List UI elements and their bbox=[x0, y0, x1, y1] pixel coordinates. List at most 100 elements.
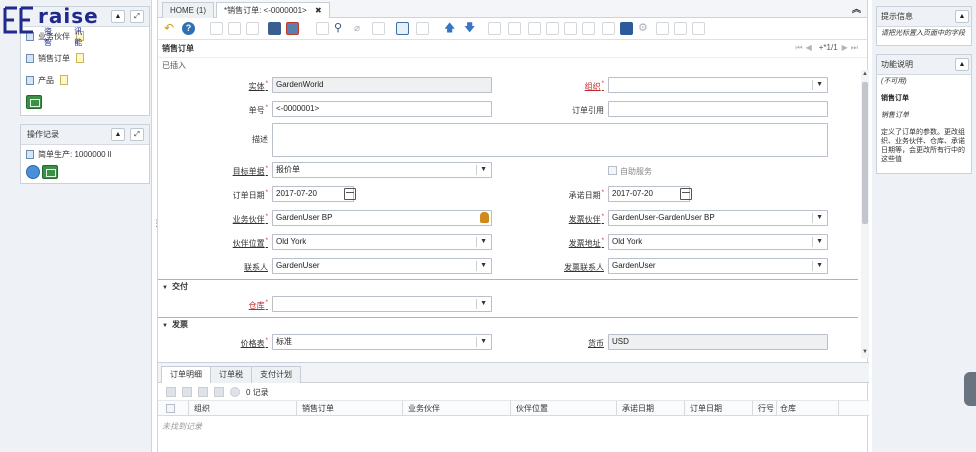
close-icon[interactable]: ✖ bbox=[315, 6, 322, 15]
target-doc-type-select[interactable]: 报价单 bbox=[272, 162, 492, 178]
grid-toggle-icon[interactable] bbox=[396, 22, 409, 35]
date-ordered-input[interactable]: 2017-07-20 bbox=[272, 186, 354, 202]
chat-icon[interactable] bbox=[372, 22, 385, 35]
history-icon[interactable] bbox=[416, 22, 429, 35]
contact-select[interactable]: GardenUser bbox=[272, 258, 492, 274]
section-delivery[interactable]: ▼ 交付 bbox=[158, 279, 858, 293]
client-field: GardenWorld bbox=[272, 77, 492, 93]
partner-location-select[interactable]: Old York bbox=[272, 234, 492, 250]
archive-icon[interactable] bbox=[528, 22, 541, 35]
doc-no-input[interactable]: <-0000001> bbox=[272, 101, 492, 117]
attachment-icon[interactable]: ⌀ bbox=[354, 22, 367, 35]
refresh-lines-icon[interactable] bbox=[230, 387, 240, 397]
column-header[interactable]: 伙伴位置 bbox=[516, 403, 548, 414]
previous-record-icon[interactable]: 🡅 bbox=[444, 22, 457, 35]
section-delivery-label: 交付 bbox=[171, 282, 188, 291]
select-all-checkbox[interactable] bbox=[166, 404, 175, 413]
product-info-icon[interactable] bbox=[602, 22, 615, 35]
section-invoice[interactable]: ▼ 发票 bbox=[158, 317, 858, 331]
calendar-icon[interactable] bbox=[680, 188, 692, 200]
calendar-icon[interactable] bbox=[344, 188, 356, 200]
column-header[interactable]: 行号 bbox=[758, 403, 774, 414]
prev-record-icon[interactable]: ◀ bbox=[806, 43, 815, 52]
lock-icon[interactable] bbox=[656, 22, 669, 35]
report-icon[interactable] bbox=[508, 22, 521, 35]
tab-sales-order[interactable]: *销售订单: <-0000001> ✖ bbox=[216, 2, 330, 18]
warehouse-select[interactable] bbox=[272, 296, 492, 312]
collapse-up-icon[interactable]: ▲ bbox=[955, 10, 969, 23]
expand-icon[interactable]: ⤢ bbox=[130, 128, 144, 141]
favorite-item-product[interactable]: 产品 bbox=[21, 69, 149, 91]
new-icon[interactable] bbox=[210, 22, 223, 35]
column-header[interactable]: 销售订单 bbox=[302, 403, 334, 414]
bill-partner-select[interactable]: GardenUser-GardenUser BP bbox=[608, 210, 828, 226]
column-header[interactable]: 承诺日期 bbox=[622, 403, 654, 414]
tab-bar: HOME (1) *销售订单: <-0000001> ✖ ︽ bbox=[158, 0, 867, 18]
bill-contact-select[interactable]: GardenUser bbox=[608, 258, 828, 274]
expand-icon[interactable]: ⤢ bbox=[130, 10, 144, 23]
column-header[interactable]: 订单日期 bbox=[690, 403, 722, 414]
hint-panel: 提示信息 ▲ 请把光标置入页面中的字段 bbox=[876, 6, 972, 46]
refresh-icon[interactable] bbox=[26, 165, 40, 179]
refresh-record-icon[interactable] bbox=[316, 22, 329, 35]
date-promised-input[interactable]: 2017-07-20 bbox=[608, 186, 690, 202]
collapse-up-icon[interactable]: ▲ bbox=[111, 128, 125, 141]
activity-item[interactable]: 简单生产: 1000000 ll bbox=[21, 145, 149, 163]
tab-order-tax[interactable]: 订单税 bbox=[210, 366, 252, 383]
price-list-select[interactable]: 标准 bbox=[272, 334, 492, 350]
tab-home[interactable]: HOME (1) bbox=[162, 2, 214, 18]
column-header[interactable]: 业务伙伴 bbox=[408, 403, 440, 414]
save-line-icon[interactable] bbox=[214, 387, 224, 397]
side-drawer-handle[interactable] bbox=[964, 372, 976, 406]
left-panel: raise 资 讯 智 能 收藏 ▲ ⤢ 业务伙伴 销售订单 产品 操作 bbox=[0, 0, 152, 452]
activity-footer bbox=[21, 163, 149, 181]
bill-location-select[interactable]: Old York bbox=[608, 234, 828, 250]
next-record-icon[interactable]: 🡇 bbox=[464, 22, 477, 35]
self-service-checkbox[interactable] bbox=[608, 166, 617, 175]
detail-tabs: 订单明细 订单税 支付计划 bbox=[158, 363, 869, 383]
right-panel: 提示信息 ▲ 请把光标置入页面中的字段 功能说明 ▲ (不可用) 销售订单 销售… bbox=[872, 0, 976, 452]
left-splitter[interactable] bbox=[152, 0, 161, 452]
copy-icon[interactable] bbox=[228, 22, 241, 35]
export-icon[interactable] bbox=[674, 22, 687, 35]
new-line-icon[interactable] bbox=[166, 387, 176, 397]
first-record-icon[interactable]: ⏮ bbox=[795, 43, 805, 52]
bpartner-input[interactable]: GardenUser BP bbox=[272, 210, 492, 226]
collapse-double-up-icon[interactable]: ︽ bbox=[852, 2, 861, 15]
help-icon[interactable]: ? bbox=[182, 22, 195, 35]
save-new-icon[interactable] bbox=[286, 22, 299, 35]
tab-payment-schedule[interactable]: 支付计划 bbox=[251, 366, 301, 383]
edit-line-icon[interactable] bbox=[182, 387, 192, 397]
hint-text: 请把光标置入页面中的字段 bbox=[881, 30, 965, 37]
undo-icon[interactable]: ↶ bbox=[164, 22, 177, 35]
print-icon[interactable] bbox=[546, 22, 559, 35]
org-label: 组织* bbox=[584, 81, 604, 91]
tab-order-lines[interactable]: 订单明细 bbox=[161, 366, 211, 383]
column-header[interactable]: 组织 bbox=[194, 403, 210, 414]
request-icon[interactable] bbox=[582, 22, 595, 35]
last-record-icon[interactable]: ⏭ bbox=[851, 43, 861, 52]
trash-icon[interactable] bbox=[42, 165, 58, 179]
next-icon[interactable]: ▶ bbox=[842, 43, 851, 52]
zoom-across-icon[interactable] bbox=[564, 22, 577, 35]
logo-mark-icon bbox=[3, 6, 33, 34]
detail-icon[interactable] bbox=[488, 22, 501, 35]
trash-icon[interactable] bbox=[26, 95, 42, 109]
collapse-up-icon[interactable]: ▲ bbox=[955, 58, 969, 71]
date-ordered-label: 订单日期* bbox=[232, 190, 268, 200]
order-ref-input[interactable] bbox=[608, 101, 828, 117]
description-textarea[interactable] bbox=[272, 123, 828, 157]
save-icon[interactable] bbox=[268, 22, 281, 35]
customize-icon[interactable] bbox=[692, 22, 705, 35]
column-header[interactable]: 仓库 bbox=[780, 403, 796, 414]
delete-line-icon[interactable] bbox=[198, 387, 208, 397]
bpartner-lookup-icon[interactable] bbox=[480, 212, 489, 223]
favorite-item-sales-order[interactable]: 销售订单 bbox=[21, 47, 149, 69]
find-icon[interactable]: ⚲ bbox=[334, 22, 347, 35]
document-icon[interactable] bbox=[620, 22, 633, 35]
currency-field: USD bbox=[608, 334, 828, 350]
sales-order-form: 实体* GardenWorld 组织* 单号* <-0000001> 订单引用 … bbox=[158, 70, 861, 358]
delete-icon[interactable] bbox=[246, 22, 259, 35]
org-select[interactable] bbox=[608, 77, 828, 93]
workflow-icon[interactable]: ⚙ bbox=[638, 22, 651, 35]
